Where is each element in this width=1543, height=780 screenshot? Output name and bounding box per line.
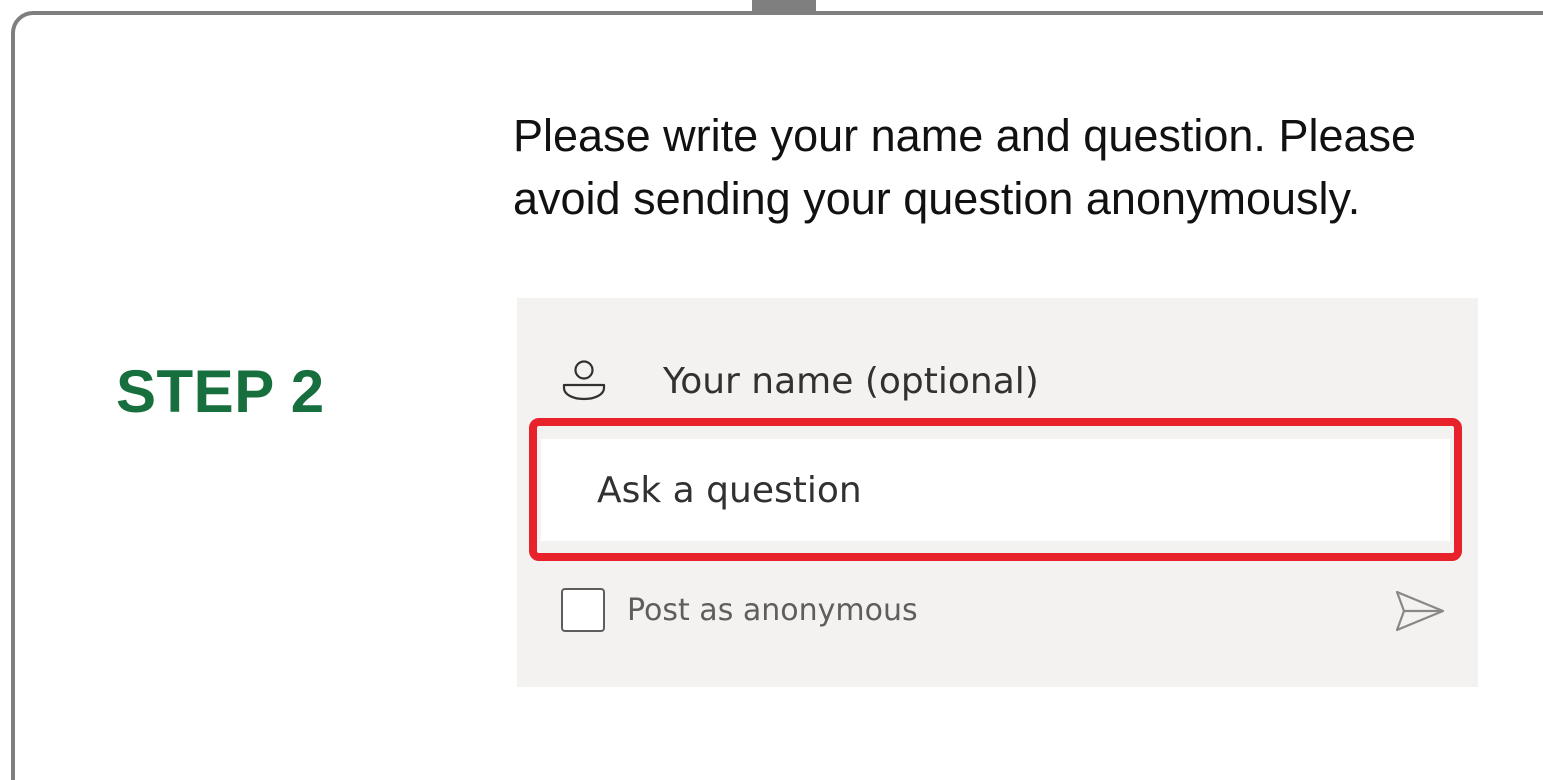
step-label: STEP 2 <box>116 358 325 425</box>
name-row <box>561 350 607 410</box>
name-input[interactable] <box>663 354 1423 408</box>
instruction-text: Please write your name and question. Ple… <box>513 110 1417 224</box>
anonymous-checkbox[interactable] <box>561 588 605 632</box>
question-highlight-box <box>529 418 1462 561</box>
question-field-container <box>541 439 1450 541</box>
person-icon <box>562 360 606 401</box>
qa-compose-panel: Post as anonymous <box>517 298 1478 687</box>
question-input[interactable] <box>597 463 1417 517</box>
anonymous-label[interactable]: Post as anonymous <box>627 593 918 628</box>
send-icon[interactable] <box>1394 588 1446 634</box>
anonymous-option-row: Post as anonymous <box>561 585 918 635</box>
